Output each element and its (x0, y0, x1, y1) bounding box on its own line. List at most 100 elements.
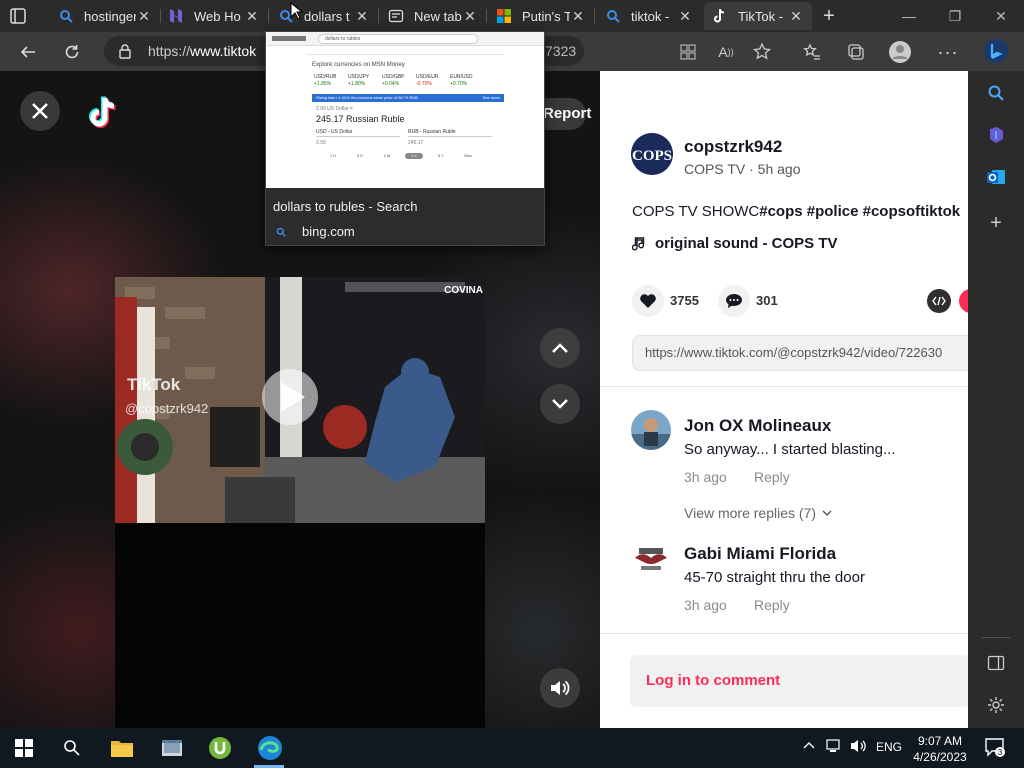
outlook-icon[interactable] (984, 165, 1008, 189)
more-menu-icon[interactable]: ··· (936, 40, 960, 64)
thumb-banner-text: Rising fast • 1.41% the previous close p… (316, 95, 418, 100)
thumb-range-pill: 5 D (356, 153, 364, 158)
close-tab-icon[interactable]: ✕ (136, 8, 152, 24)
tab-title: tiktok - (631, 8, 670, 24)
thumb-banner: Rising fast • 1.41% the previous close p… (312, 94, 504, 102)
video-frame-image (115, 277, 485, 523)
description-text: COPS TV SHOWC (632, 203, 760, 220)
utorrent-icon[interactable] (204, 732, 236, 764)
thumb-quote: USD/JPY +1.80% (348, 74, 382, 88)
microsoft-bing-logo (272, 36, 306, 41)
previous-video-button[interactable] (540, 328, 580, 368)
tiktok-logo-icon[interactable] (86, 93, 122, 133)
thumb-range-pill: Max (464, 153, 472, 158)
network-icon[interactable] (826, 738, 842, 754)
thumb-from-value: 2.99 (316, 140, 326, 146)
restore-button[interactable]: ❐ (943, 4, 967, 28)
tab-hostinger[interactable]: hostinger ✕ (50, 2, 160, 30)
read-aloud-icon[interactable]: A)) (714, 40, 738, 64)
camera-label: COVINA (444, 285, 483, 296)
thumb-quote-change: +0.04% (382, 81, 400, 87)
edge-browser-icon[interactable] (254, 732, 286, 764)
url-tail: 7323 (545, 43, 577, 59)
comment-count: 301 (756, 293, 778, 308)
tab-new-tab[interactable]: New tab ✕ (380, 2, 486, 30)
window-close-button[interactable]: ✕ (989, 4, 1013, 28)
login-to-comment-button[interactable]: Log in to comment (630, 655, 968, 707)
profile-avatar-icon[interactable] (888, 40, 912, 64)
refresh-button[interactable] (60, 40, 84, 64)
app-available-icon[interactable] (676, 40, 700, 64)
close-tab-icon[interactable]: ✕ (788, 8, 804, 24)
hide-sidebar-icon[interactable] (984, 651, 1008, 675)
commenter-name[interactable]: Gabi Miami Florida (684, 544, 836, 564)
bing-chat-icon[interactable] (982, 37, 1010, 65)
close-tab-icon[interactable]: ✕ (244, 8, 260, 24)
comment-text: So anyway... I started blasting... (684, 441, 896, 458)
hashtags[interactable]: #cops #police #copsoftiktok (759, 203, 960, 220)
close-tab-icon[interactable]: ✕ (677, 8, 693, 24)
sound-link[interactable]: original sound - COPS TV (632, 235, 838, 252)
favorites-icon[interactable] (800, 40, 824, 64)
search-icon (276, 227, 286, 237)
tab-web-hosting[interactable]: Web Ho ✕ (160, 2, 268, 30)
video-player[interactable]: TikTok @copstzrk942 COVINA (115, 277, 485, 523)
clock[interactable]: 9:07 AM 4/26/2023 (912, 733, 968, 765)
tab-actions-icon[interactable] (8, 6, 28, 26)
reply-link[interactable]: Reply (754, 469, 790, 485)
like-count: 3755 (670, 293, 699, 308)
embed-button[interactable] (927, 289, 951, 313)
thumb-range-pill: 1 Y (405, 153, 423, 159)
code-icon (932, 296, 946, 306)
collections-icon[interactable] (844, 40, 868, 64)
thumb-nav-row (306, 46, 504, 55)
commenter-name[interactable]: Jon OX Molineaux (684, 416, 831, 436)
lock-icon[interactable] (118, 43, 132, 59)
next-video-button[interactable] (540, 384, 580, 424)
thumb-quote-pair: USD/GBP (382, 74, 405, 80)
commenter-avatar[interactable] (631, 538, 671, 578)
author-username[interactable]: copstzrk942 (684, 137, 782, 157)
author-avatar[interactable]: COPS (631, 133, 673, 175)
tab-title: hostinger (84, 8, 136, 24)
share-button[interactable] (959, 289, 968, 313)
add-sidebar-app-icon[interactable]: + (984, 211, 1008, 235)
tab-hover-preview: dollars to rubles Explore currencies on … (265, 31, 545, 246)
tab-tiktok-active[interactable]: TikTok - ✕ (704, 2, 812, 30)
thumb-quote-change: +0.70% (450, 81, 468, 87)
like-button[interactable] (632, 285, 664, 317)
close-tab-icon[interactable]: ✕ (354, 8, 370, 24)
view-more-replies[interactable]: View more replies (7) (684, 505, 832, 521)
add-favorite-icon[interactable] (750, 40, 774, 64)
search-icon[interactable] (984, 81, 1008, 105)
copy-link-field[interactable]: https://www.tiktok.com/@copstzrk942/vide… (632, 335, 968, 371)
thumb-range-pill: 1 D (329, 153, 337, 158)
windows-start-icon[interactable] (8, 732, 40, 764)
tab-tiktok-search[interactable]: tiktok - ✕ (597, 2, 701, 30)
thumb-quote-pair: EUR/USD (450, 74, 473, 80)
back-button[interactable] (16, 40, 40, 64)
close-tab-icon[interactable]: ✕ (570, 8, 586, 24)
language-indicator[interactable]: ENG (876, 740, 902, 754)
tab-putins[interactable]: Putin's T ✕ (488, 2, 594, 30)
thumb-to-value: 245.17 (408, 140, 424, 146)
thumb-quote-change: -0.70% (416, 81, 432, 87)
tray-overflow-icon[interactable] (802, 738, 816, 752)
settings-gear-icon[interactable] (984, 693, 1008, 717)
app-window-icon[interactable] (156, 732, 188, 764)
new-tab-button[interactable]: + (818, 5, 840, 27)
volume-icon[interactable] (850, 738, 868, 754)
tab-dollars-to-rubles[interactable]: dollars t ✕ (270, 2, 378, 30)
commenter-avatar[interactable] (631, 410, 671, 450)
comment-button[interactable] (718, 285, 750, 317)
copilot-icon[interactable] (984, 123, 1008, 147)
file-explorer-icon[interactable] (106, 732, 138, 764)
taskbar-search-icon[interactable] (56, 732, 88, 764)
notifications-icon[interactable]: 3 (984, 736, 1006, 758)
close-tab-icon[interactable]: ✕ (462, 8, 478, 24)
close-video-button[interactable] (20, 91, 60, 131)
volume-button[interactable] (540, 668, 580, 708)
minimize-button[interactable]: — (897, 4, 921, 28)
tab-title: dollars t (304, 8, 350, 24)
reply-link[interactable]: Reply (754, 597, 790, 613)
